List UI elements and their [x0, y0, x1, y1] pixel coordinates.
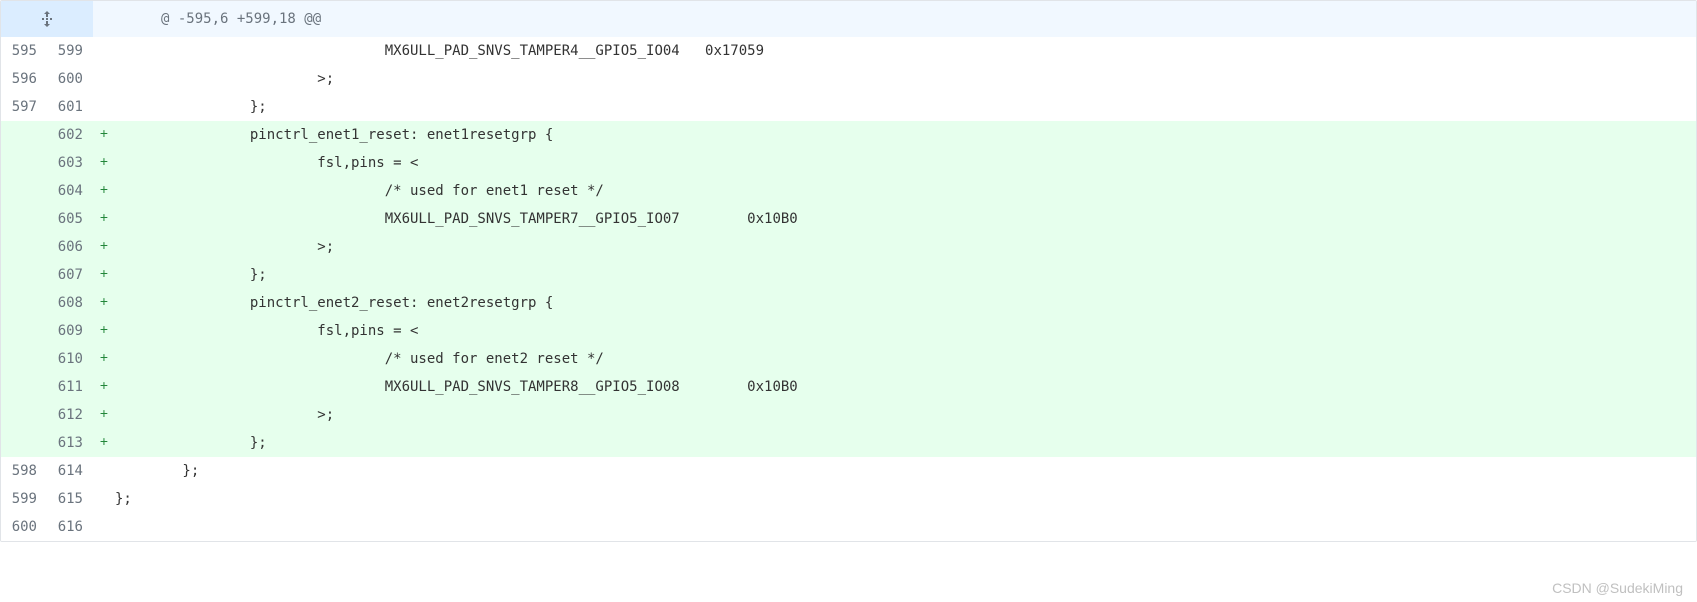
diff-sign: +: [93, 401, 115, 429]
diff-sign: [93, 37, 115, 65]
diff-sign: +: [93, 121, 115, 149]
code-content: };: [115, 485, 1696, 513]
old-line-number[interactable]: [1, 429, 47, 457]
diff-sign: [93, 65, 115, 93]
hunk-header-text: @ -595,6 +599,18 @@: [139, 11, 321, 27]
old-line-number[interactable]: [1, 289, 47, 317]
diff-line: 609+ fsl,pins = <: [1, 317, 1696, 345]
unfold-icon: [39, 9, 55, 29]
code-content: pinctrl_enet1_reset: enet1resetgrp {: [115, 121, 1696, 149]
diff-sign: +: [93, 205, 115, 233]
old-line-number[interactable]: [1, 401, 47, 429]
old-line-number[interactable]: [1, 177, 47, 205]
old-line-number[interactable]: [1, 205, 47, 233]
code-content: >;: [115, 233, 1696, 261]
diff-line: 607+ };: [1, 261, 1696, 289]
code-content: };: [115, 457, 1696, 485]
diff-line: 600616: [1, 513, 1696, 541]
new-line-number[interactable]: 615: [47, 485, 93, 513]
old-line-number[interactable]: 599: [1, 485, 47, 513]
old-line-number[interactable]: [1, 233, 47, 261]
new-line-number[interactable]: 606: [47, 233, 93, 261]
watermark: CSDN @SudekiMing: [1552, 580, 1683, 596]
diff-line: 603+ fsl,pins = <: [1, 149, 1696, 177]
diff-sign: +: [93, 373, 115, 401]
new-line-number[interactable]: 607: [47, 261, 93, 289]
diff-sign: +: [93, 177, 115, 205]
diff-sign: +: [93, 261, 115, 289]
diff-sign: +: [93, 233, 115, 261]
new-line-number[interactable]: 612: [47, 401, 93, 429]
diff-sign: [93, 513, 115, 541]
code-content: MX6ULL_PAD_SNVS_TAMPER7__GPIO5_IO07 0x10…: [115, 205, 1696, 233]
code-content: MX6ULL_PAD_SNVS_TAMPER4__GPIO5_IO04 0x17…: [115, 37, 1696, 65]
diff-line: 606+ >;: [1, 233, 1696, 261]
diff-sign: +: [93, 345, 115, 373]
diff-line: 598614 };: [1, 457, 1696, 485]
expand-hunk-button[interactable]: [1, 1, 93, 37]
old-line-number[interactable]: 597: [1, 93, 47, 121]
new-line-number[interactable]: 600: [47, 65, 93, 93]
diff-container: @ -595,6 +599,18 @@ 595599 MX6ULL_PAD_SN…: [0, 0, 1697, 542]
new-line-number[interactable]: 605: [47, 205, 93, 233]
diff-sign: +: [93, 429, 115, 457]
old-line-number[interactable]: [1, 261, 47, 289]
diff-line: 611+ MX6ULL_PAD_SNVS_TAMPER8__GPIO5_IO08…: [1, 373, 1696, 401]
code-content: /* used for enet2 reset */: [115, 345, 1696, 373]
new-line-number[interactable]: 599: [47, 37, 93, 65]
old-line-number[interactable]: 598: [1, 457, 47, 485]
diff-line: 602+ pinctrl_enet1_reset: enet1resetgrp …: [1, 121, 1696, 149]
code-content: };: [115, 429, 1696, 457]
code-content: };: [115, 93, 1696, 121]
diff-sign: +: [93, 317, 115, 345]
new-line-number[interactable]: 604: [47, 177, 93, 205]
old-line-number[interactable]: 600: [1, 513, 47, 541]
new-line-number[interactable]: 608: [47, 289, 93, 317]
diff-sign: +: [93, 289, 115, 317]
diff-line: 608+ pinctrl_enet2_reset: enet2resetgrp …: [1, 289, 1696, 317]
old-line-number[interactable]: [1, 373, 47, 401]
code-content: pinctrl_enet2_reset: enet2resetgrp {: [115, 289, 1696, 317]
new-line-number[interactable]: 614: [47, 457, 93, 485]
diff-sign: [93, 485, 115, 513]
diff-line: 599615};: [1, 485, 1696, 513]
hunk-header-row: @ -595,6 +599,18 @@: [1, 1, 1696, 37]
code-content: fsl,pins = <: [115, 149, 1696, 177]
old-line-number[interactable]: [1, 149, 47, 177]
code-content: MX6ULL_PAD_SNVS_TAMPER8__GPIO5_IO08 0x10…: [115, 373, 1696, 401]
old-line-number[interactable]: [1, 345, 47, 373]
diff-line: 612+ >;: [1, 401, 1696, 429]
old-line-number[interactable]: 595: [1, 37, 47, 65]
old-line-number[interactable]: [1, 121, 47, 149]
diff-line: 605+ MX6ULL_PAD_SNVS_TAMPER7__GPIO5_IO07…: [1, 205, 1696, 233]
code-content: >;: [115, 401, 1696, 429]
new-line-number[interactable]: 601: [47, 93, 93, 121]
new-line-number[interactable]: 609: [47, 317, 93, 345]
code-content: fsl,pins = <: [115, 317, 1696, 345]
new-line-number[interactable]: 603: [47, 149, 93, 177]
code-content: [115, 513, 1696, 541]
diff-line: 613+ };: [1, 429, 1696, 457]
new-line-number[interactable]: 613: [47, 429, 93, 457]
code-content: >;: [115, 65, 1696, 93]
code-content: };: [115, 261, 1696, 289]
diff-line: 596600 >;: [1, 65, 1696, 93]
new-line-number[interactable]: 602: [47, 121, 93, 149]
diff-line: 597601 };: [1, 93, 1696, 121]
diff-line: 595599 MX6ULL_PAD_SNVS_TAMPER4__GPIO5_IO…: [1, 37, 1696, 65]
old-line-number[interactable]: [1, 317, 47, 345]
diff-line: 610+ /* used for enet2 reset */: [1, 345, 1696, 373]
old-line-number[interactable]: 596: [1, 65, 47, 93]
new-line-number[interactable]: 616: [47, 513, 93, 541]
diff-sign: +: [93, 149, 115, 177]
diff-sign: [93, 93, 115, 121]
new-line-number[interactable]: 611: [47, 373, 93, 401]
diff-sign: [93, 457, 115, 485]
code-content: /* used for enet1 reset */: [115, 177, 1696, 205]
new-line-number[interactable]: 610: [47, 345, 93, 373]
diff-rows: 595599 MX6ULL_PAD_SNVS_TAMPER4__GPIO5_IO…: [1, 37, 1696, 541]
diff-line: 604+ /* used for enet1 reset */: [1, 177, 1696, 205]
